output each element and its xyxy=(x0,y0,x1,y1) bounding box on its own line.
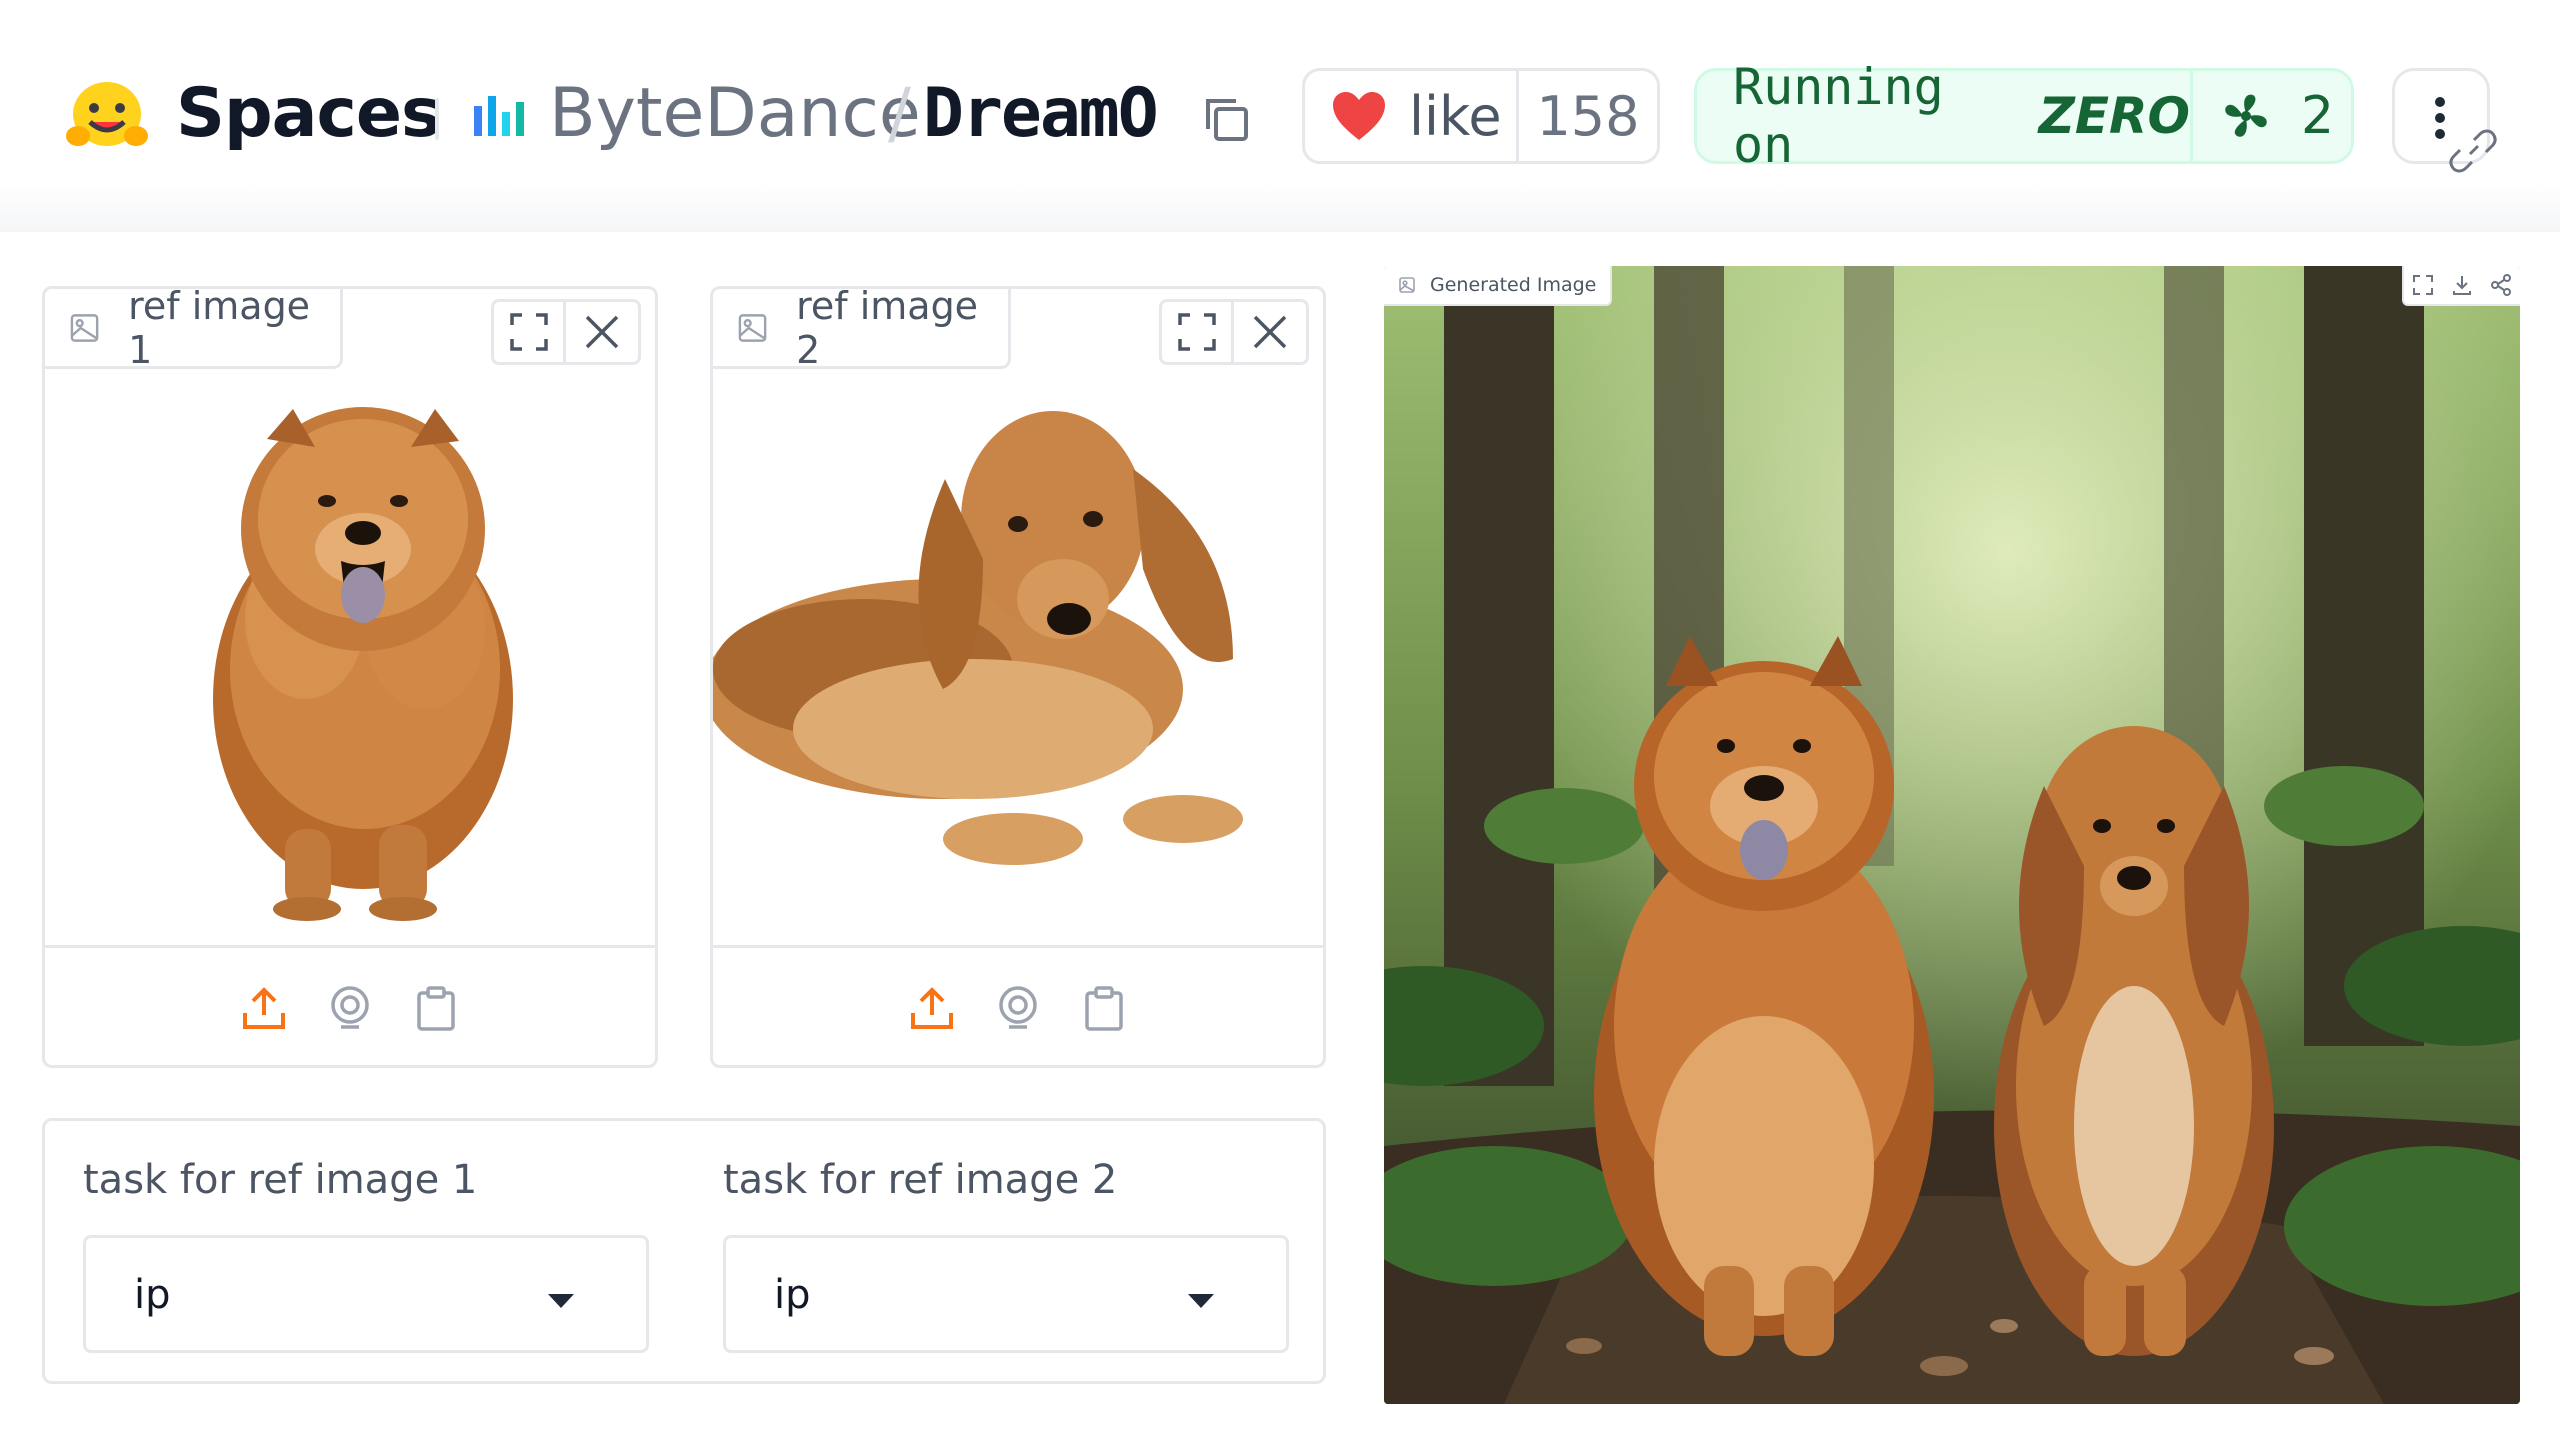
upload-icon[interactable] xyxy=(241,985,287,1031)
task-ref-image-1: task for ref image 1 ip xyxy=(83,1121,649,1381)
like-toggle[interactable]: like xyxy=(1305,71,1519,161)
generated-image-label-tab: Generated Image xyxy=(1384,266,1613,306)
replicas-count[interactable]: 2 xyxy=(2193,71,2351,161)
task-ref-image-1-dropdown[interactable]: ip xyxy=(83,1235,649,1353)
fullscreen-icon xyxy=(1177,313,1216,351)
ref-image-1-toolbar xyxy=(491,299,641,365)
spaces-brand-link[interactable]: Spaces xyxy=(176,74,441,153)
repo-name-link[interactable]: DreamO xyxy=(923,74,1159,153)
clipboard-icon[interactable] xyxy=(413,985,459,1031)
generated-image xyxy=(1384,266,2520,1404)
ref-image-2-panel[interactable]: ref image 2 xyxy=(710,286,1326,1068)
ref-image-2-dachshund xyxy=(713,369,1323,929)
clipboard-icon[interactable] xyxy=(1081,985,1127,1031)
fullscreen-icon xyxy=(509,313,548,351)
ref-image-1-sources xyxy=(45,945,655,1065)
clear-image-button[interactable] xyxy=(1234,302,1306,362)
org-name-link[interactable]: ByteDance xyxy=(549,74,921,153)
image-icon xyxy=(1399,277,1415,293)
ref-image-1-label: ref image 1 xyxy=(128,286,311,372)
task-ref-image-1-label: task for ref image 1 xyxy=(83,1157,478,1203)
caret-down-icon xyxy=(548,1294,574,1308)
ref-image-2-label: ref image 2 xyxy=(796,286,979,372)
share-icon[interactable] xyxy=(2490,274,2512,296)
runtime-status-badge[interactable]: Running on ZERO 2 xyxy=(1694,58,2354,174)
ref-image-1-label-tab: ref image 1 xyxy=(45,286,343,372)
ref-image-2-label-tab: ref image 2 xyxy=(713,286,1011,372)
hugging-face-logo-icon[interactable] xyxy=(66,80,148,152)
caret-down-icon xyxy=(1188,1294,1214,1308)
webcam-icon[interactable] xyxy=(327,985,373,1031)
ref-image-2-toolbar xyxy=(1159,299,1309,365)
like-label: like xyxy=(1409,84,1502,148)
task-ref-image-1-value: ip xyxy=(134,1272,171,1318)
task-ref-image-2-label: task for ref image 2 xyxy=(723,1157,1118,1203)
more-vertical-icon xyxy=(2435,97,2445,139)
header-divider xyxy=(435,98,439,140)
fan-icon xyxy=(2225,94,2267,137)
hardware-name: ZERO xyxy=(2038,87,2190,145)
task-settings-panel: task for ref image 1 ip task for ref ima… xyxy=(42,1118,1326,1384)
download-icon[interactable] xyxy=(2451,274,2473,296)
fullscreen-icon[interactable] xyxy=(2412,274,2434,296)
link-icon[interactable] xyxy=(2448,126,2498,176)
org-avatar-icon xyxy=(474,96,524,136)
close-icon xyxy=(585,315,619,349)
heart-icon xyxy=(1333,92,1385,140)
close-icon xyxy=(1253,315,1287,349)
path-separator: / xyxy=(888,74,911,153)
ref-image-2-sources xyxy=(713,945,1323,1065)
task-ref-image-2: task for ref image 2 ip xyxy=(723,1121,1289,1381)
clear-image-button[interactable] xyxy=(566,302,638,362)
generated-image-label: Generated Image xyxy=(1430,274,1597,296)
image-icon xyxy=(738,313,767,342)
like-button[interactable]: like 158 xyxy=(1302,68,1660,164)
generated-image-toolbar xyxy=(2402,266,2520,306)
task-ref-image-2-value: ip xyxy=(774,1272,811,1318)
webcam-icon[interactable] xyxy=(995,985,1041,1031)
image-icon xyxy=(70,313,99,342)
upload-icon[interactable] xyxy=(909,985,955,1031)
task-ref-image-2-dropdown[interactable]: ip xyxy=(723,1235,1289,1353)
running-hardware[interactable]: Running on ZERO xyxy=(1697,58,2193,174)
replica-count: 2 xyxy=(2301,86,2335,146)
ref-image-1-panel[interactable]: ref image 1 xyxy=(42,286,658,1068)
like-count[interactable]: 158 xyxy=(1519,71,1657,161)
fullscreen-button[interactable] xyxy=(1162,302,1234,362)
generated-image-panel[interactable]: Generated Image xyxy=(1384,266,2520,1404)
running-label: Running on xyxy=(1733,58,1944,174)
space-header: Spaces ByteDance / DreamO like 158 Runni… xyxy=(0,0,2560,232)
copy-icon[interactable] xyxy=(1200,93,1252,145)
ref-image-1-chow-chow xyxy=(45,369,655,929)
fullscreen-button[interactable] xyxy=(494,302,566,362)
